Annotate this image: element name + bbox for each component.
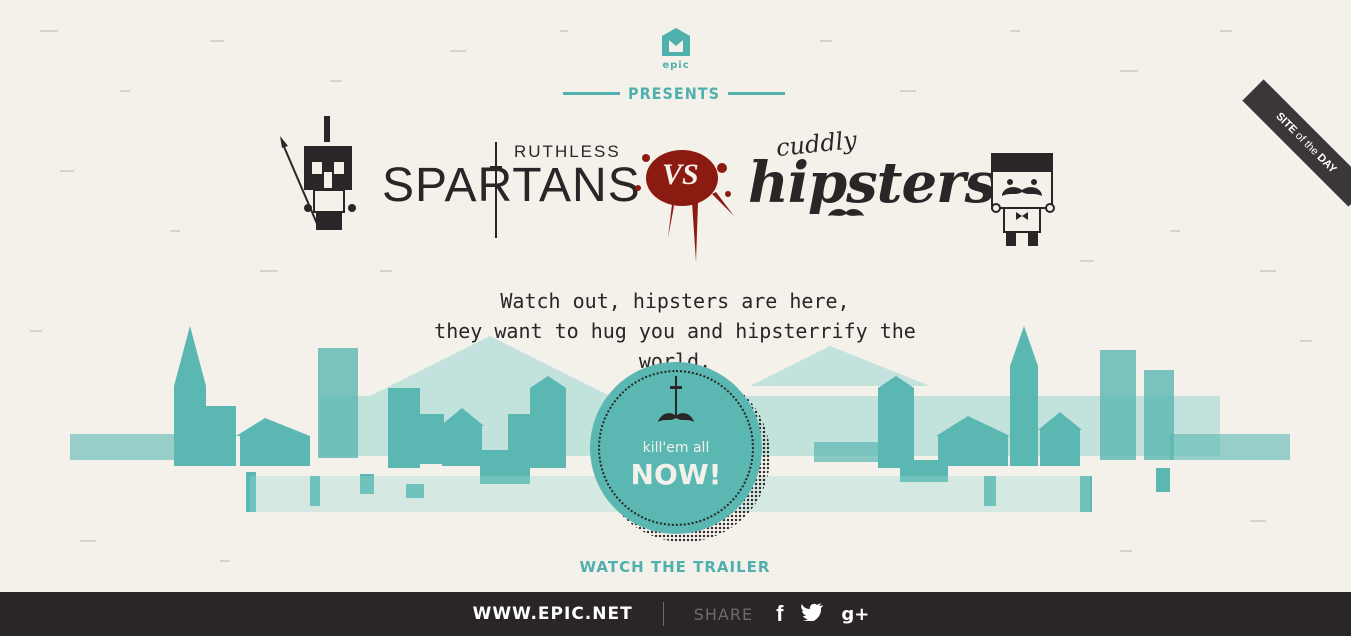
sword-mustache-icon: [658, 376, 694, 422]
hipsters-title: hipsters: [748, 150, 996, 216]
sword-icon: [490, 142, 502, 238]
ribbon-day: DAY: [1314, 151, 1339, 176]
logo-text: epic: [662, 60, 690, 71]
ribbon-site: SITE: [1273, 110, 1300, 137]
footer-divider: [662, 602, 664, 626]
cta-line-1: kill'em all: [642, 440, 710, 456]
site-of-the-day-ribbon[interactable]: SITE of the DAY: [1242, 79, 1351, 207]
tagline-line-1: Watch out, hipsters are here,: [500, 289, 850, 313]
kill-em-all-button[interactable]: kill'em all NOW!: [590, 362, 762, 534]
epic-logo[interactable]: epic: [653, 26, 699, 71]
facebook-icon[interactable]: f: [776, 601, 783, 627]
vs-label: VS: [662, 158, 699, 191]
twitter-icon[interactable]: [801, 602, 824, 626]
divider-left: [563, 91, 621, 95]
spartan-character: [280, 116, 356, 230]
google-plus-icon[interactable]: g+: [841, 604, 869, 625]
presents-label: PRESENTS: [628, 83, 720, 103]
footer-bar: WWW.EPIC.NET SHARE f g+: [0, 592, 1351, 636]
spartans-title: SPARTANS: [382, 159, 641, 212]
epic-logo-icon: [662, 28, 690, 56]
cta-line-2: NOW!: [630, 458, 722, 491]
watch-trailer-link[interactable]: WATCH THE TRAILER: [560, 558, 790, 576]
mustache-icon: [828, 209, 864, 216]
site-url-link[interactable]: WWW.EPIC.NET: [473, 604, 633, 624]
presents-row: PRESENTS: [563, 82, 785, 104]
divider-right: [727, 91, 785, 95]
share-label: SHARE: [693, 604, 754, 624]
hipster-character: [991, 153, 1055, 246]
